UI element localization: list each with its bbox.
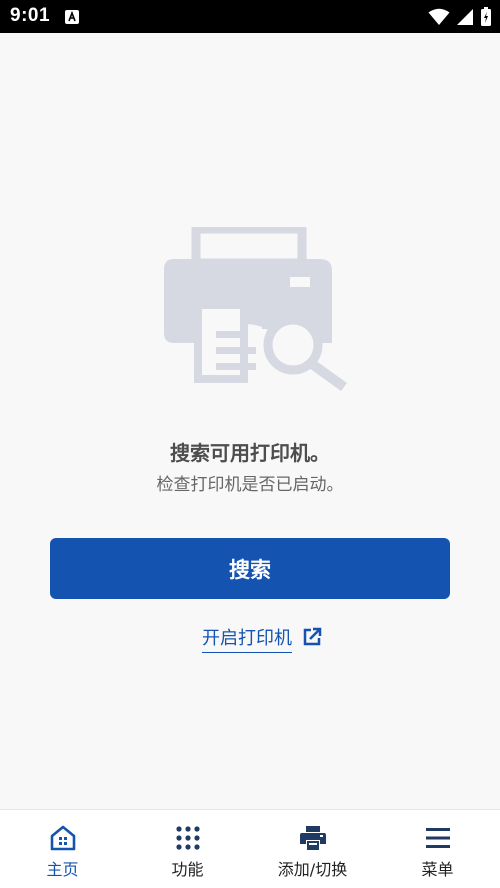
external-link-icon [303, 627, 322, 646]
menu-icon [425, 828, 450, 848]
nav-features[interactable]: 功能 [125, 810, 250, 888]
open-printer-link[interactable]: 开启打印机 [202, 624, 322, 653]
home-icon [50, 825, 75, 851]
open-printer-label: 开启打印机 [202, 624, 292, 653]
nav-home[interactable]: 主页 [0, 810, 125, 888]
nav-menu[interactable]: 菜单 [375, 810, 500, 888]
printer-search-icon [164, 227, 347, 392]
nav-add-switch-label: 添加/切换 [277, 860, 348, 879]
main-content: 搜索可用打印机。 检查打印机是否已启动。 搜索 开启打印机 [0, 33, 500, 809]
nav-home-label: 主页 [46, 860, 79, 879]
signal-icon [457, 9, 473, 25]
battery-icon [481, 7, 491, 26]
bottom-navigation: 主页 功能 添加/切换 菜单 [0, 809, 500, 888]
printer-icon [299, 826, 326, 850]
nav-add-switch[interactable]: 添加/切换 [250, 810, 375, 888]
empty-state-subtitle: 检查打印机是否已启动。 [156, 475, 344, 495]
wifi-icon [428, 8, 450, 25]
app-notification-icon [65, 10, 79, 24]
search-button[interactable]: 搜索 [50, 538, 450, 599]
nav-features-label: 功能 [171, 860, 204, 879]
nav-menu-label: 菜单 [421, 860, 454, 879]
empty-state-title: 搜索可用打印机。 [170, 441, 330, 465]
status-bar: 9:01 [0, 0, 500, 33]
grid-icon [175, 826, 200, 850]
status-time: 9:01 [10, 5, 51, 26]
